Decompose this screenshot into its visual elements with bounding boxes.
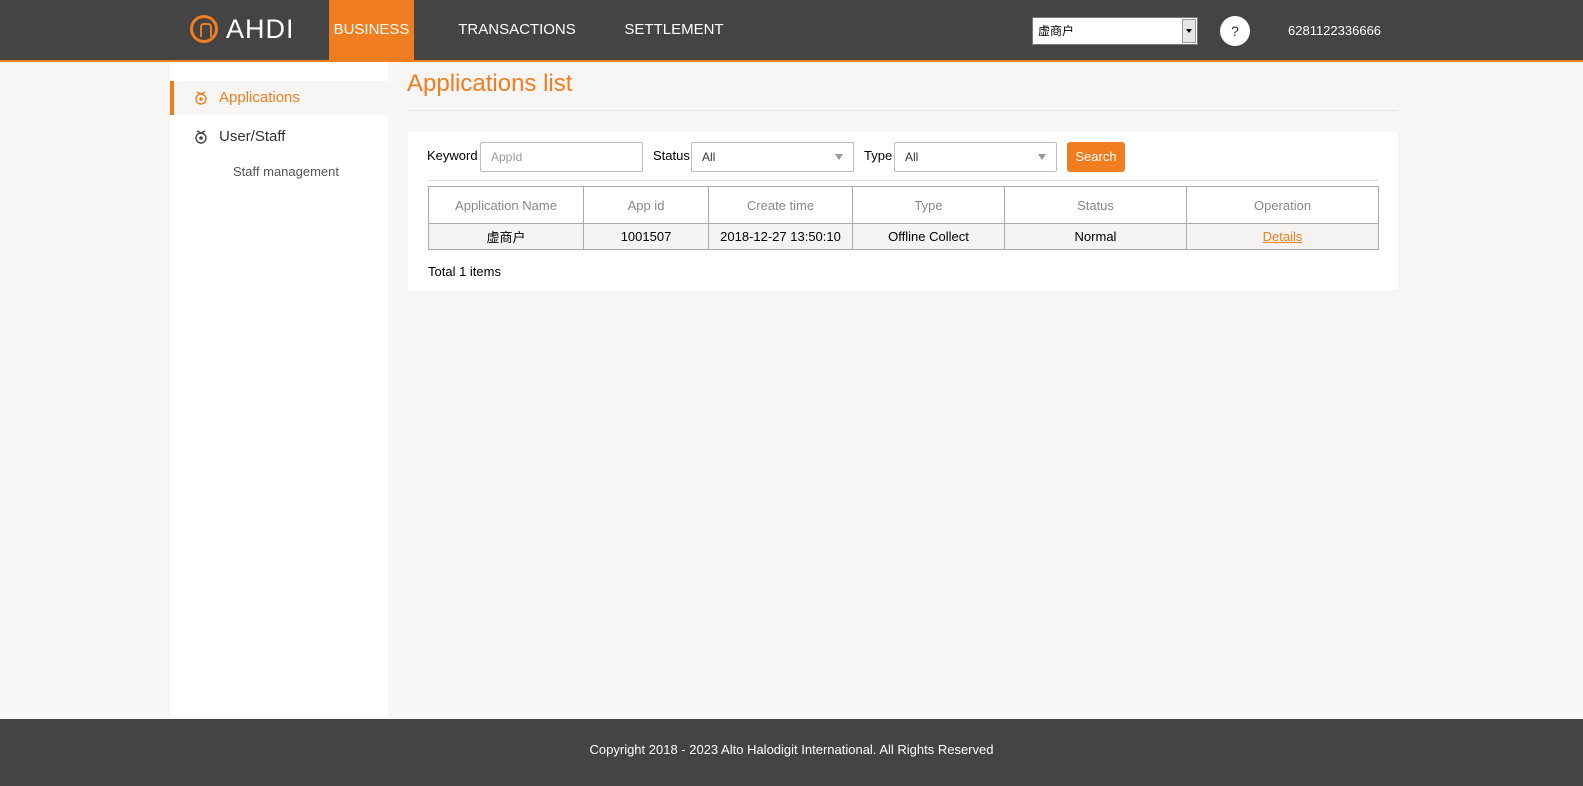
medal-icon bbox=[195, 130, 207, 144]
cell-type: Offline Collect bbox=[852, 223, 1005, 250]
column-header-status: Status bbox=[1004, 186, 1187, 224]
merchant-select-value: 虚商户 bbox=[1038, 24, 1075, 38]
top-navigation-bar: AHDI BUSINESS TRANSACTIONS SETTLEMENT 虚商… bbox=[0, 0, 1583, 62]
search-button[interactable]: Search bbox=[1067, 142, 1125, 172]
cell-app-id: 1001507 bbox=[583, 223, 709, 250]
cell-application-name: 虚商户 bbox=[428, 223, 584, 250]
help-button[interactable]: ? bbox=[1220, 16, 1250, 46]
cell-status: Normal bbox=[1004, 223, 1187, 250]
sidebar-item-label: Applications bbox=[219, 89, 300, 106]
brand-logo[interactable]: AHDI bbox=[190, 12, 295, 46]
keyword-label: Keyword bbox=[427, 148, 478, 163]
brand-logo-icon bbox=[190, 15, 218, 43]
sidebar-subitem-staff-management[interactable]: Staff management bbox=[233, 164, 339, 179]
footer: Copyright 2018 - 2023 Alto Halodigit Int… bbox=[0, 719, 1583, 786]
column-header-create-time: Create time bbox=[708, 186, 853, 224]
sidebar-item-user-staff[interactable]: User/Staff bbox=[170, 120, 388, 154]
sidebar: Applications User/Staff Staff management bbox=[170, 62, 388, 718]
title-divider bbox=[407, 110, 1398, 111]
applications-table: Application Name App id Create time Type… bbox=[428, 186, 1379, 250]
details-link[interactable]: Details bbox=[1263, 229, 1303, 244]
merchant-select[interactable]: 虚商户 bbox=[1032, 17, 1198, 45]
status-label: Status bbox=[653, 148, 690, 163]
page-title: Applications list bbox=[407, 70, 573, 97]
table-row: 虚商户 1001507 2018-12-27 13:50:10 Offline … bbox=[428, 223, 1379, 250]
applications-panel: Keyword AppId Status All Type All Search… bbox=[408, 132, 1398, 290]
keyword-input-placeholder: AppId bbox=[491, 150, 523, 164]
status-select-value: All bbox=[702, 150, 716, 164]
chevron-down-icon bbox=[835, 154, 843, 160]
medal-icon bbox=[195, 91, 207, 105]
sidebar-item-label: User/Staff bbox=[219, 128, 286, 145]
cell-operation: Details bbox=[1186, 223, 1379, 250]
column-header-operation: Operation bbox=[1186, 186, 1379, 224]
type-label: Type bbox=[864, 148, 893, 163]
column-header-application-name: Application Name bbox=[428, 186, 584, 224]
nav-settlement[interactable]: SETTLEMENT bbox=[620, 0, 728, 60]
chevron-down-icon[interactable] bbox=[1182, 19, 1196, 43]
user-account-id[interactable]: 6281122336666 bbox=[1288, 0, 1381, 62]
column-header-type: Type bbox=[852, 186, 1005, 224]
filter-divider bbox=[428, 180, 1378, 181]
type-select[interactable]: All bbox=[894, 142, 1057, 172]
cell-create-time: 2018-12-27 13:50:10 bbox=[708, 223, 853, 250]
total-items-count: Total 1 items bbox=[428, 264, 501, 279]
type-select-value: All bbox=[905, 150, 919, 164]
status-select[interactable]: All bbox=[691, 142, 854, 172]
column-header-app-id: App id bbox=[583, 186, 709, 224]
keyword-input[interactable]: AppId bbox=[480, 142, 643, 172]
brand-logo-text: AHDI bbox=[226, 13, 295, 44]
footer-copyright: Copyright 2018 - 2023 Alto Halodigit Int… bbox=[589, 742, 994, 757]
sidebar-item-applications[interactable]: Applications bbox=[170, 81, 388, 115]
chevron-down-icon bbox=[1038, 154, 1046, 160]
table-header-row: Application Name App id Create time Type… bbox=[428, 186, 1379, 224]
nav-business[interactable]: BUSINESS bbox=[329, 0, 414, 60]
nav-transactions[interactable]: TRANSACTIONS bbox=[452, 0, 582, 60]
